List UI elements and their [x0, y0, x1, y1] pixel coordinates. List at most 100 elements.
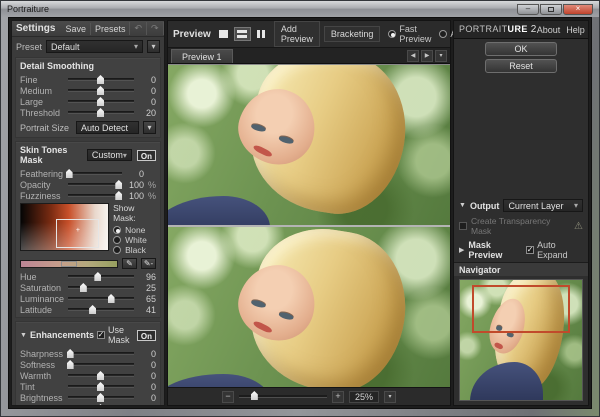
- eyedropper-subtract-icon[interactable]: ✎-: [141, 258, 156, 269]
- navigator-thumbnail[interactable]: [459, 279, 583, 401]
- preview-pane-before[interactable]: [168, 65, 450, 225]
- zoom-out-button[interactable]: −: [222, 391, 234, 403]
- chevron-down-icon: ▾: [574, 201, 578, 210]
- bracketing-button[interactable]: Bracketing: [324, 26, 381, 42]
- slider-track[interactable]: [68, 286, 134, 289]
- slider-track[interactable]: [68, 396, 134, 399]
- slider-thumb[interactable]: [97, 382, 104, 391]
- slider-thumb[interactable]: [66, 169, 73, 178]
- auto-expand-option[interactable]: ✓ Auto Expand: [526, 240, 583, 260]
- hue-selection[interactable]: [61, 261, 77, 267]
- tab-preview-1[interactable]: Preview 1: [171, 49, 233, 63]
- slider-track[interactable]: [68, 89, 134, 92]
- minimize-button[interactable]: –: [517, 4, 539, 15]
- maximize-button[interactable]: [540, 4, 562, 15]
- slider-track[interactable]: [68, 275, 134, 278]
- split-vertical-button[interactable]: [253, 27, 270, 41]
- slider-track[interactable]: [68, 194, 122, 197]
- slider-thumb[interactable]: [97, 75, 104, 84]
- split-horizontal-button[interactable]: [234, 27, 251, 41]
- reset-button[interactable]: Reset: [485, 59, 557, 73]
- slider-thumb[interactable]: [67, 349, 74, 358]
- slider-thumb[interactable]: [67, 360, 74, 369]
- tab-menu-icon[interactable]: ▾: [435, 50, 447, 62]
- split-vertical-icon: [257, 30, 265, 38]
- slider-thumb[interactable]: [108, 294, 115, 303]
- preview-pane-after[interactable]: [168, 227, 450, 387]
- slider-thumb[interactable]: [80, 283, 87, 292]
- transparency-mask-checkbox[interactable]: [459, 222, 467, 230]
- slider-thumb[interactable]: [89, 305, 96, 314]
- presets-button[interactable]: Presets: [90, 23, 130, 35]
- eyedropper-add-icon[interactable]: ✎: [122, 258, 137, 269]
- mask-on-toggle[interactable]: On: [137, 150, 156, 161]
- close-button[interactable]: ×: [563, 4, 593, 15]
- radio-icon[interactable]: [388, 30, 396, 38]
- detail-sliders: Fine 0 Medium 0: [19, 74, 157, 118]
- radio-icon[interactable]: [113, 226, 121, 234]
- zoom-slider-track[interactable]: [239, 395, 327, 398]
- zoom-slider-thumb[interactable]: [251, 391, 258, 400]
- slider-thumb[interactable]: [97, 108, 104, 117]
- radio-icon[interactable]: [113, 236, 121, 244]
- radio-option[interactable]: None: [113, 225, 156, 235]
- radio-icon[interactable]: [113, 246, 121, 254]
- zoom-menu-icon[interactable]: ▾: [384, 391, 396, 403]
- preset-dropdown[interactable]: Default ▾: [46, 40, 143, 53]
- slider-thumb[interactable]: [115, 191, 122, 200]
- mask-preview-collapse-icon[interactable]: ▶: [459, 246, 464, 254]
- collapse-triangle-icon[interactable]: ▼: [20, 332, 27, 339]
- slider-track[interactable]: [68, 374, 134, 377]
- auto-expand-checkbox[interactable]: ✓: [526, 246, 534, 254]
- slider-thumb[interactable]: [115, 180, 122, 189]
- zoom-in-button[interactable]: +: [332, 391, 344, 403]
- add-preview-button[interactable]: Add Preview: [274, 21, 320, 47]
- use-mask-option[interactable]: ✓ Use Mask: [97, 325, 132, 345]
- about-link[interactable]: About: [537, 25, 561, 35]
- radio-option[interactable]: Fast Preview: [388, 29, 431, 39]
- save-button[interactable]: Save: [61, 23, 90, 35]
- output-target-dropdown[interactable]: Current Layer ▾: [503, 199, 583, 212]
- slider-track[interactable]: [68, 297, 134, 300]
- tab-prev-icon[interactable]: ◀: [407, 50, 419, 62]
- slider-thumb[interactable]: [97, 371, 104, 380]
- portrait-size-caret-button[interactable]: ▾: [143, 121, 156, 134]
- undo-icon[interactable]: ↶: [129, 22, 146, 35]
- settings-title: Settings: [16, 23, 55, 34]
- slider-track[interactable]: [68, 363, 134, 366]
- enhancements-on-toggle[interactable]: On: [137, 330, 156, 341]
- slider-thumb[interactable]: [97, 404, 104, 406]
- tab-next-icon[interactable]: ▶: [421, 50, 433, 62]
- settings-menu-caret-icon[interactable]: ▾: [163, 22, 165, 35]
- radio-icon[interactable]: [439, 30, 447, 38]
- radio-option[interactable]: White: [113, 235, 156, 245]
- skin-tone-gradient[interactable]: +: [20, 203, 109, 251]
- title-bar[interactable]: Portraiture – ×: [1, 1, 599, 17]
- redo-icon[interactable]: ↷: [146, 22, 163, 35]
- slider-track[interactable]: [68, 183, 122, 186]
- detail-smoothing-header: Detail Smoothing: [19, 60, 157, 74]
- slider-track[interactable]: [68, 172, 122, 175]
- single-view-button[interactable]: [215, 27, 232, 41]
- slider-thumb[interactable]: [97, 97, 104, 106]
- slider-track[interactable]: [68, 111, 134, 114]
- slider-thumb[interactable]: [97, 393, 104, 402]
- use-mask-checkbox[interactable]: ✓: [97, 331, 105, 339]
- radio-option[interactable]: Black: [113, 245, 156, 255]
- slider-track[interactable]: [68, 78, 134, 81]
- help-link[interactable]: Help: [566, 25, 585, 35]
- navigator-view-rect[interactable]: [472, 285, 570, 333]
- hue-strip[interactable]: [20, 260, 118, 268]
- slider-track[interactable]: [68, 308, 134, 311]
- slider-track[interactable]: [68, 385, 134, 388]
- preset-list-button[interactable]: ▾: [147, 40, 160, 53]
- slider-track[interactable]: [68, 352, 134, 355]
- slider-thumb[interactable]: [97, 86, 104, 95]
- output-collapse-icon[interactable]: ▼: [459, 202, 466, 209]
- zoom-level-value[interactable]: 25%: [349, 391, 379, 403]
- portrait-size-dropdown[interactable]: Auto Detect: [76, 121, 139, 134]
- slider-thumb[interactable]: [94, 272, 101, 281]
- ok-button[interactable]: OK: [485, 42, 557, 56]
- slider-track[interactable]: [68, 100, 134, 103]
- mask-mode-dropdown[interactable]: Custom ▾: [87, 149, 132, 161]
